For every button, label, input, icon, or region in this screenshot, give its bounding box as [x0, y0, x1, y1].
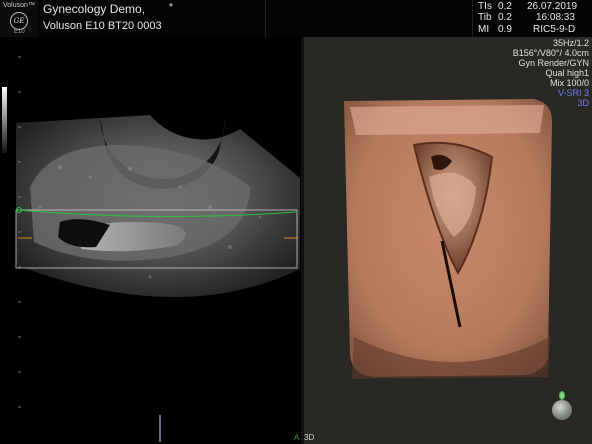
- tis-label: TIs: [478, 1, 492, 12]
- logo: Voluson™ GE E10: [0, 0, 38, 37]
- param-angles-depth: B156°/V80°/ 4.0cm: [512, 48, 589, 58]
- panel-label-a: A: [294, 433, 300, 442]
- header-divider: [265, 0, 266, 37]
- status-bulb-icon[interactable]: [552, 400, 572, 420]
- param-quality: Qual high1: [545, 68, 589, 78]
- device-id: Voluson E10 BT20 0003: [43, 20, 162, 32]
- model-label: E10: [14, 29, 25, 35]
- patient-marker: *: [169, 2, 173, 13]
- tis-value: 0.2: [498, 1, 512, 12]
- probe-name: RIC5-9-D: [533, 24, 576, 35]
- 2d-image-panel[interactable]: [0, 37, 301, 444]
- status-bulb-glow: [559, 391, 565, 400]
- param-mix: Mix 100/0: [549, 78, 589, 88]
- param-frame-rate: 35Hz/1.2: [552, 38, 589, 48]
- header-divider: [472, 0, 473, 37]
- date: 26.07.2019: [527, 1, 578, 12]
- mi-label: MI: [478, 24, 490, 35]
- panel-label-3d: 3D: [304, 433, 315, 442]
- header-bar: Voluson™ GE E10 Gynecology Demo, * Volus…: [0, 0, 592, 37]
- patient-name[interactable]: Gynecology Demo,: [43, 2, 145, 16]
- brand-name: Voluson™: [3, 2, 35, 9]
- tib-value: 0.2: [498, 12, 512, 23]
- time: 16:08:33: [536, 12, 575, 23]
- depth-ruler: [18, 56, 21, 408]
- param-3d-mode: 3D: [577, 98, 589, 108]
- 3d-render-panel[interactable]: [304, 37, 592, 444]
- tib-label: Tib: [478, 12, 492, 23]
- mi-value: 0.9: [498, 24, 512, 35]
- ultrasound-sector: [15, 115, 300, 442]
- ge-logo-icon: GE: [10, 12, 28, 30]
- param-render-mode: Gyn Render/GYN: [518, 58, 589, 68]
- 3d-rendered-uterus: [344, 99, 552, 379]
- param-vsri: V-SRI 3: [557, 88, 589, 98]
